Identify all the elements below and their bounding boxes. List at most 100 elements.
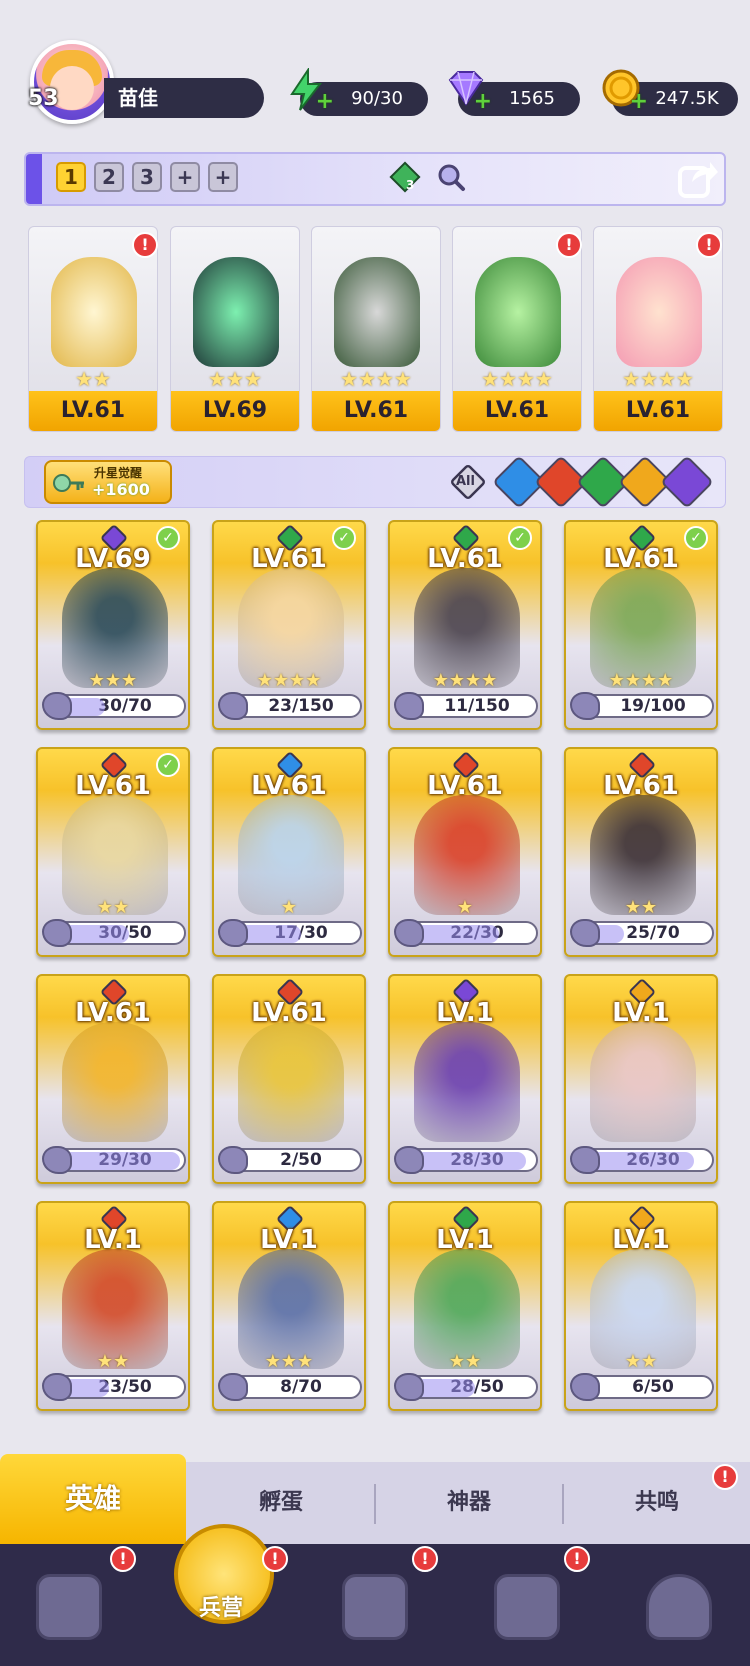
hero-stars: ★★ [624,1351,658,1372]
hero-stars: ★★★★ [432,670,498,691]
alert-badge-icon: ! [412,1546,438,1572]
hero-card[interactable]: LV.126/30 [564,974,718,1184]
team-hero-card-2[interactable]: ★★★ LV.69 [170,226,300,432]
hero-level: LV.1 [436,1225,494,1255]
team-tab-add-2[interactable]: + [208,162,238,192]
hero-stars: ★★★ [88,670,138,691]
team-hero-stars: ★★★★ [340,367,412,391]
hero-portrait [238,1022,344,1142]
shard-icon [570,1146,600,1174]
team-tab-add[interactable]: + [170,162,200,192]
team-hero-portrait [193,257,279,367]
nav-cards[interactable] [14,1560,124,1656]
shard-icon [42,692,72,720]
nav-barracks[interactable]: 兵营 [166,1524,276,1624]
hero-card[interactable]: LV.61✓★★30/50 [36,747,190,957]
hero-card[interactable]: LV.1 ★★★ 8/70 [212,1201,366,1411]
hero-stars: ★★ [624,897,658,918]
team-selector-bar [24,152,726,206]
shard-icon [394,1146,424,1174]
team-hero-level: LV.61 [29,391,157,431]
star-awaken-button[interactable]: 升星觉醒 +1600 [44,460,172,504]
player-name: 苗佳 [104,78,264,118]
team-hero-card-3[interactable]: ★★★★ LV.61 [311,226,441,432]
hero-card[interactable]: LV.61★22/30 [388,747,542,957]
hero-card[interactable]: LV.61 ★★ 25/70 [564,747,718,957]
team-hero-level: LV.61 [312,391,440,431]
hero-level: LV.1 [612,998,670,1028]
energy-plus-icon[interactable]: + [316,89,334,114]
gem-plus-icon[interactable]: + [474,89,492,114]
team-hero-card-1[interactable]: ★★ LV.61 [28,226,158,432]
hero-level: LV.61 [603,771,679,801]
filter-all-label: All [456,474,475,489]
hero-stars: ★ [456,897,474,918]
nav-guild[interactable] [624,1560,734,1656]
hero-stars: ★★ [96,897,130,918]
hero-card[interactable]: LV.61 ★ 17/30 [212,747,366,957]
mushroom-icon [646,1574,712,1640]
tab-artifacts[interactable]: 神器 [376,1462,562,1544]
gold-coin-icon[interactable]: + [600,68,648,114]
shard-icon [218,919,248,947]
alert-badge-icon: ! [696,232,722,258]
shard-icon [570,919,600,947]
shard-icon [394,919,424,947]
hero-level: LV.61 [251,771,327,801]
nav-temple[interactable] [472,1560,582,1656]
team-hero-card-4[interactable]: ★★★★ LV.61 [452,226,582,432]
shard-icon [570,1373,600,1401]
hero-card[interactable]: LV.61 2/50 [212,974,366,1184]
shard-icon [218,1146,248,1174]
hero-card[interactable]: LV.61 ✓ ★★★★ 23/150 [212,520,366,730]
team-hero-portrait [616,257,702,367]
hero-level: LV.61 [75,998,151,1028]
team-hero-stars: ★★ [75,367,111,391]
alert-badge-icon: ! [110,1546,136,1572]
shard-icon [42,1373,72,1401]
hero-card[interactable]: LV.1 ★★ 28/50 [388,1201,542,1411]
hero-card[interactable]: LV.128/30 [388,974,542,1184]
team-hero-stars: ★★★★ [481,367,553,391]
search-icon[interactable] [436,162,466,192]
filter-all[interactable]: All [448,462,488,502]
hero-stars: ★★★ [264,1351,314,1372]
hero-card[interactable]: LV.1 ★★ 6/50 [564,1201,718,1411]
share-icon[interactable] [676,156,720,200]
gold-plus-icon[interactable]: + [630,89,648,114]
team-hero-level: LV.61 [453,391,581,431]
check-icon: ✓ [156,753,180,777]
hero-card[interactable]: LV.1 ★★ 23/50 [36,1201,190,1411]
team-tab-3[interactable]: 3 [132,162,162,192]
map-book-icon [342,1574,408,1640]
shard-icon [42,919,72,947]
alert-badge-icon: ! [712,1464,738,1490]
team-gem-count: 3 [406,178,415,192]
hero-stars: ★★★★ [608,670,674,691]
energy-icon[interactable]: + [286,66,334,114]
hero-level: LV.1 [436,998,494,1028]
team-tab-1[interactable]: 1 [56,162,86,192]
hero-level: LV.1 [612,1225,670,1255]
nav-map[interactable] [320,1560,430,1656]
team-hero-stars: ★★★ [208,367,262,391]
gem-icon[interactable]: + [444,68,492,114]
star-awaken-label: 升星觉醒 [94,466,143,480]
hero-card[interactable]: LV.61 ✓ ★★★★ 11/150 [388,520,542,730]
hero-stars: ★★★★ [256,670,322,691]
alert-badge-icon: ! [132,232,158,258]
team-gem-tool-icon[interactable]: 3 [388,160,422,194]
team-hero-level: LV.61 [594,391,722,431]
shard-icon [42,1146,72,1174]
tab-heroes[interactable]: 英雄 [0,1454,186,1544]
team-tab-2[interactable]: 2 [94,162,124,192]
check-icon: ✓ [156,526,180,550]
hero-card[interactable]: LV.6129/30 [36,974,190,1184]
alert-badge-icon: ! [262,1546,288,1572]
star-awaken-value: +1600 [92,480,150,499]
key-icon [53,474,84,492]
hero-card[interactable]: LV.61 ✓ ★★★★ 19/100 [564,520,718,730]
hero-card[interactable]: LV.69 ✓ ★★★ 30/70 [36,520,190,730]
check-icon: ✓ [332,526,356,550]
team-hero-stars: ★★★★ [622,367,694,391]
